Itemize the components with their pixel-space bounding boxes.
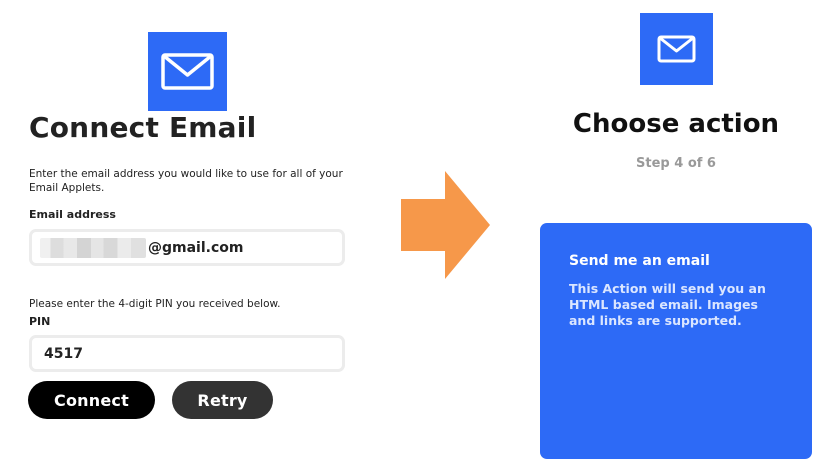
email-field-value: @gmail.com: [148, 239, 244, 256]
choose-action-title: Choose action: [572, 109, 780, 139]
pin-field-label: PIN: [29, 315, 51, 328]
step-indicator: Step 4 of 6: [636, 156, 716, 171]
envelope-icon: [148, 32, 227, 111]
connect-button[interactable]: Connect: [28, 381, 155, 419]
screenshot-root: Connect Email Enter the email address yo…: [0, 0, 826, 469]
pin-field[interactable]: 4517: [29, 335, 345, 372]
pin-instructions: Please enter the 4-digit PIN you receive…: [29, 298, 281, 310]
connect-description: Enter the email address you would like t…: [29, 168, 343, 194]
envelope-icon: [640, 13, 713, 85]
send-email-action-card[interactable]: Send me an email This Action will send y…: [540, 223, 812, 459]
page-title: Connect Email: [29, 111, 257, 144]
right-arrow-icon: [401, 171, 490, 279]
action-card-description: This Action will send you an HTML based …: [569, 281, 766, 328]
email-service-logo: [148, 32, 227, 111]
redacted-email-username: [40, 237, 146, 258]
pin-field-value: 4517: [44, 345, 83, 362]
email-field-label: Email address: [29, 208, 116, 221]
action-service-logo: [640, 13, 713, 85]
action-card-title: Send me an email: [569, 253, 710, 269]
retry-button[interactable]: Retry: [172, 381, 273, 419]
email-field[interactable]: @gmail.com: [29, 229, 345, 266]
